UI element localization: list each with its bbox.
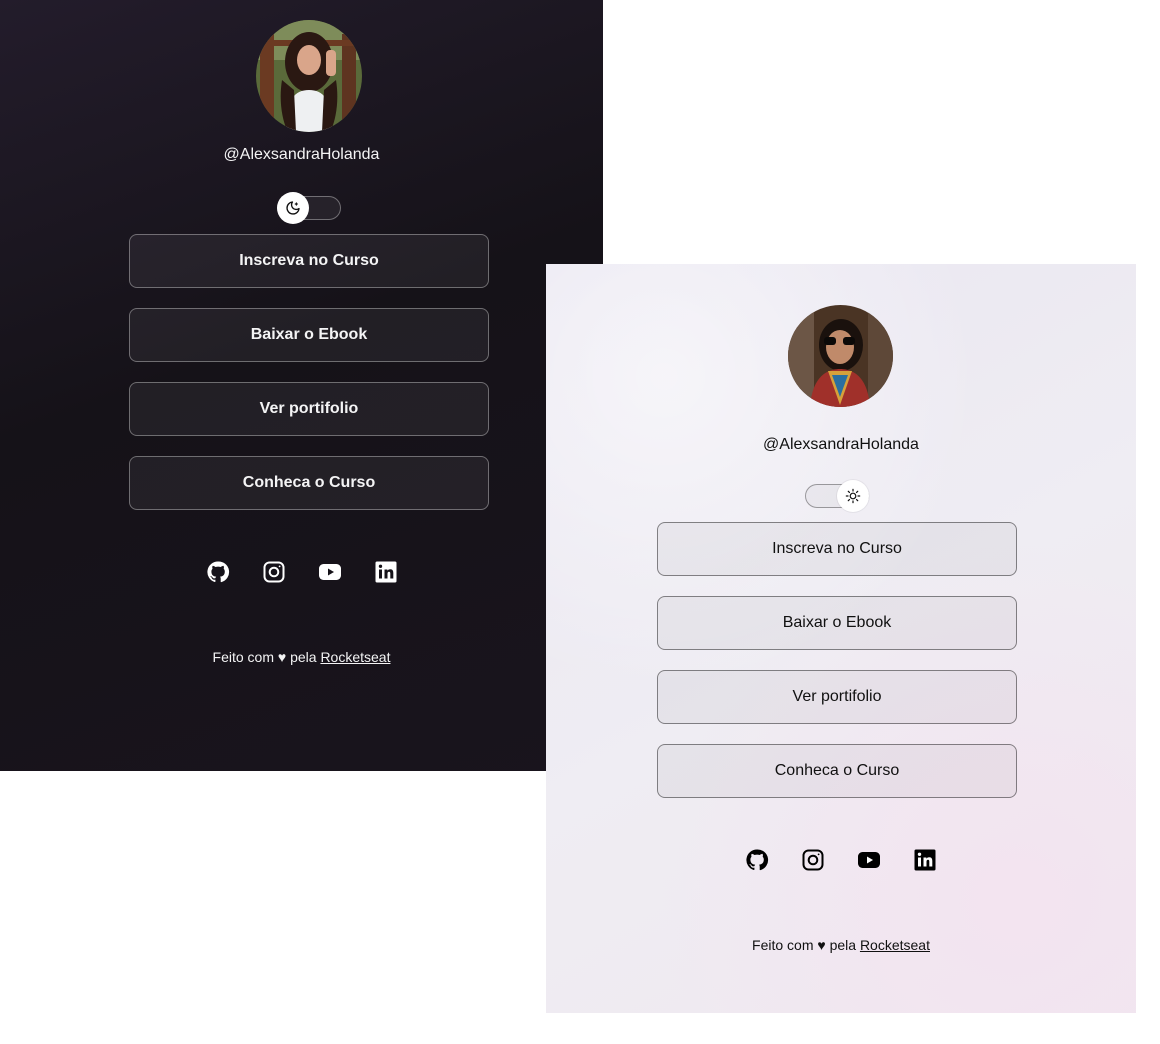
- link-list: Inscreva no Curso Baixar o Ebook Ver por…: [129, 234, 489, 530]
- linkedin-icon[interactable]: [913, 848, 937, 872]
- profile-photo-dark: [256, 20, 362, 132]
- github-icon[interactable]: [745, 848, 769, 872]
- github-icon[interactable]: [206, 560, 230, 584]
- link-button-ebook[interactable]: Baixar o Ebook: [657, 596, 1017, 650]
- youtube-icon[interactable]: [857, 848, 881, 872]
- light-mode-preview: @AlexsandraHolanda Inscreva no Curso Bai…: [546, 264, 1136, 1013]
- link-button-course-info[interactable]: Conheca o Curso: [657, 744, 1017, 798]
- youtube-icon[interactable]: [318, 560, 342, 584]
- profile-avatar: [788, 305, 893, 407]
- link-button-portfolio[interactable]: Ver portifolio: [657, 670, 1017, 724]
- footer-credit: Feito com ♥ pela Rocketseat: [0, 649, 603, 665]
- profile-handle: @AlexsandraHolanda: [763, 436, 919, 453]
- footer-text: Feito com ♥ pela: [752, 937, 860, 953]
- theme-toggle-knob[interactable]: [837, 480, 869, 512]
- sun-icon: [845, 488, 861, 504]
- social-links: [546, 848, 1136, 872]
- profile-avatar: [256, 20, 362, 132]
- link-button-portfolio[interactable]: Ver portifolio: [129, 382, 489, 436]
- footer-text: Feito com ♥ pela: [212, 649, 321, 665]
- social-links: [0, 560, 603, 584]
- profile-handle: @AlexsandraHolanda: [223, 146, 380, 163]
- linkedin-icon[interactable]: [374, 560, 398, 584]
- theme-toggle[interactable]: [277, 192, 341, 224]
- footer-link-rocketseat[interactable]: Rocketseat: [860, 937, 930, 953]
- link-button-course-signup[interactable]: Inscreva no Curso: [129, 234, 489, 288]
- instagram-icon[interactable]: [262, 560, 286, 584]
- footer-link-rocketseat[interactable]: Rocketseat: [320, 649, 390, 665]
- profile-photo-light: [788, 305, 893, 407]
- link-button-course-info[interactable]: Conheca o Curso: [129, 456, 489, 510]
- link-button-ebook[interactable]: Baixar o Ebook: [129, 308, 489, 362]
- dark-mode-preview: @AlexsandraHolanda Inscreva no Curso Bai…: [0, 0, 603, 771]
- footer-credit: Feito com ♥ pela Rocketseat: [546, 937, 1136, 953]
- link-button-course-signup[interactable]: Inscreva no Curso: [657, 522, 1017, 576]
- instagram-icon[interactable]: [801, 848, 825, 872]
- moon-icon: [286, 201, 300, 215]
- theme-toggle-knob[interactable]: [277, 192, 309, 224]
- theme-toggle[interactable]: [805, 480, 869, 512]
- link-list: Inscreva no Curso Baixar o Ebook Ver por…: [657, 522, 1017, 818]
